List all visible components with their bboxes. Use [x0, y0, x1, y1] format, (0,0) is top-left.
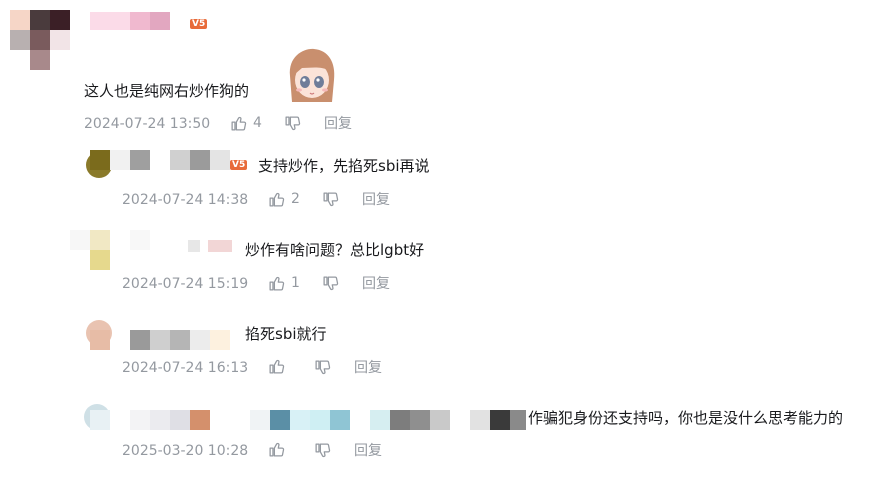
reply-time: 2024-07-24 16:13	[122, 360, 249, 376]
reply-time: 2025-03-20 10:28	[122, 443, 249, 459]
reply-button[interactable]: 回复	[354, 442, 382, 460]
like-count: 2	[291, 191, 300, 207]
dislike-button[interactable]	[314, 442, 331, 459]
thumb-up-icon	[268, 191, 285, 208]
reply-text: 作骗犯身份还支持吗，你也是没什么思考能力的	[528, 409, 844, 427]
like-count: 4	[253, 115, 262, 131]
like-button[interactable]	[268, 358, 285, 375]
dislike-button[interactable]	[322, 191, 339, 208]
reply-text: 掐死sbi就行	[245, 325, 327, 343]
reply-text: 支持炒作，先掐死sbi再说	[258, 157, 430, 175]
comment-text: 这人也是纯网右炒作狗的	[84, 82, 250, 100]
level-badge: V5	[230, 160, 248, 170]
level-badge: V5	[190, 19, 208, 29]
anime-girl-sticker	[284, 46, 338, 102]
thumb-up-icon	[230, 115, 247, 132]
thumb-down-icon	[314, 442, 331, 459]
reply-time: 2024-07-24 14:38	[122, 192, 249, 208]
dislike-button[interactable]	[284, 115, 301, 132]
thumb-up-icon	[268, 358, 285, 375]
like-button[interactable]: 1	[268, 274, 300, 292]
thumb-up-icon	[268, 275, 285, 292]
reply-button[interactable]: 回复	[354, 359, 382, 377]
thumb-up-icon	[268, 441, 285, 458]
thumb-down-icon	[322, 275, 339, 292]
comment-time: 2024-07-24 13:50	[84, 116, 211, 132]
dislike-button[interactable]	[314, 359, 331, 376]
thumb-down-icon	[314, 359, 331, 376]
like-count: 1	[291, 275, 300, 291]
like-button[interactable]: 4	[230, 114, 262, 132]
dislike-button[interactable]	[322, 275, 339, 292]
thumb-down-icon	[284, 115, 301, 132]
like-button[interactable]: 2	[268, 190, 300, 208]
reply-time: 2024-07-24 15:19	[122, 276, 249, 292]
reply-button[interactable]: 回复	[324, 115, 352, 133]
reply-text: 炒作有啥问题？总比lgbt好	[245, 241, 425, 259]
reply-button[interactable]: 回复	[362, 275, 390, 293]
reply-button[interactable]: 回复	[362, 191, 390, 209]
thumb-down-icon	[322, 191, 339, 208]
like-button[interactable]	[268, 441, 285, 458]
